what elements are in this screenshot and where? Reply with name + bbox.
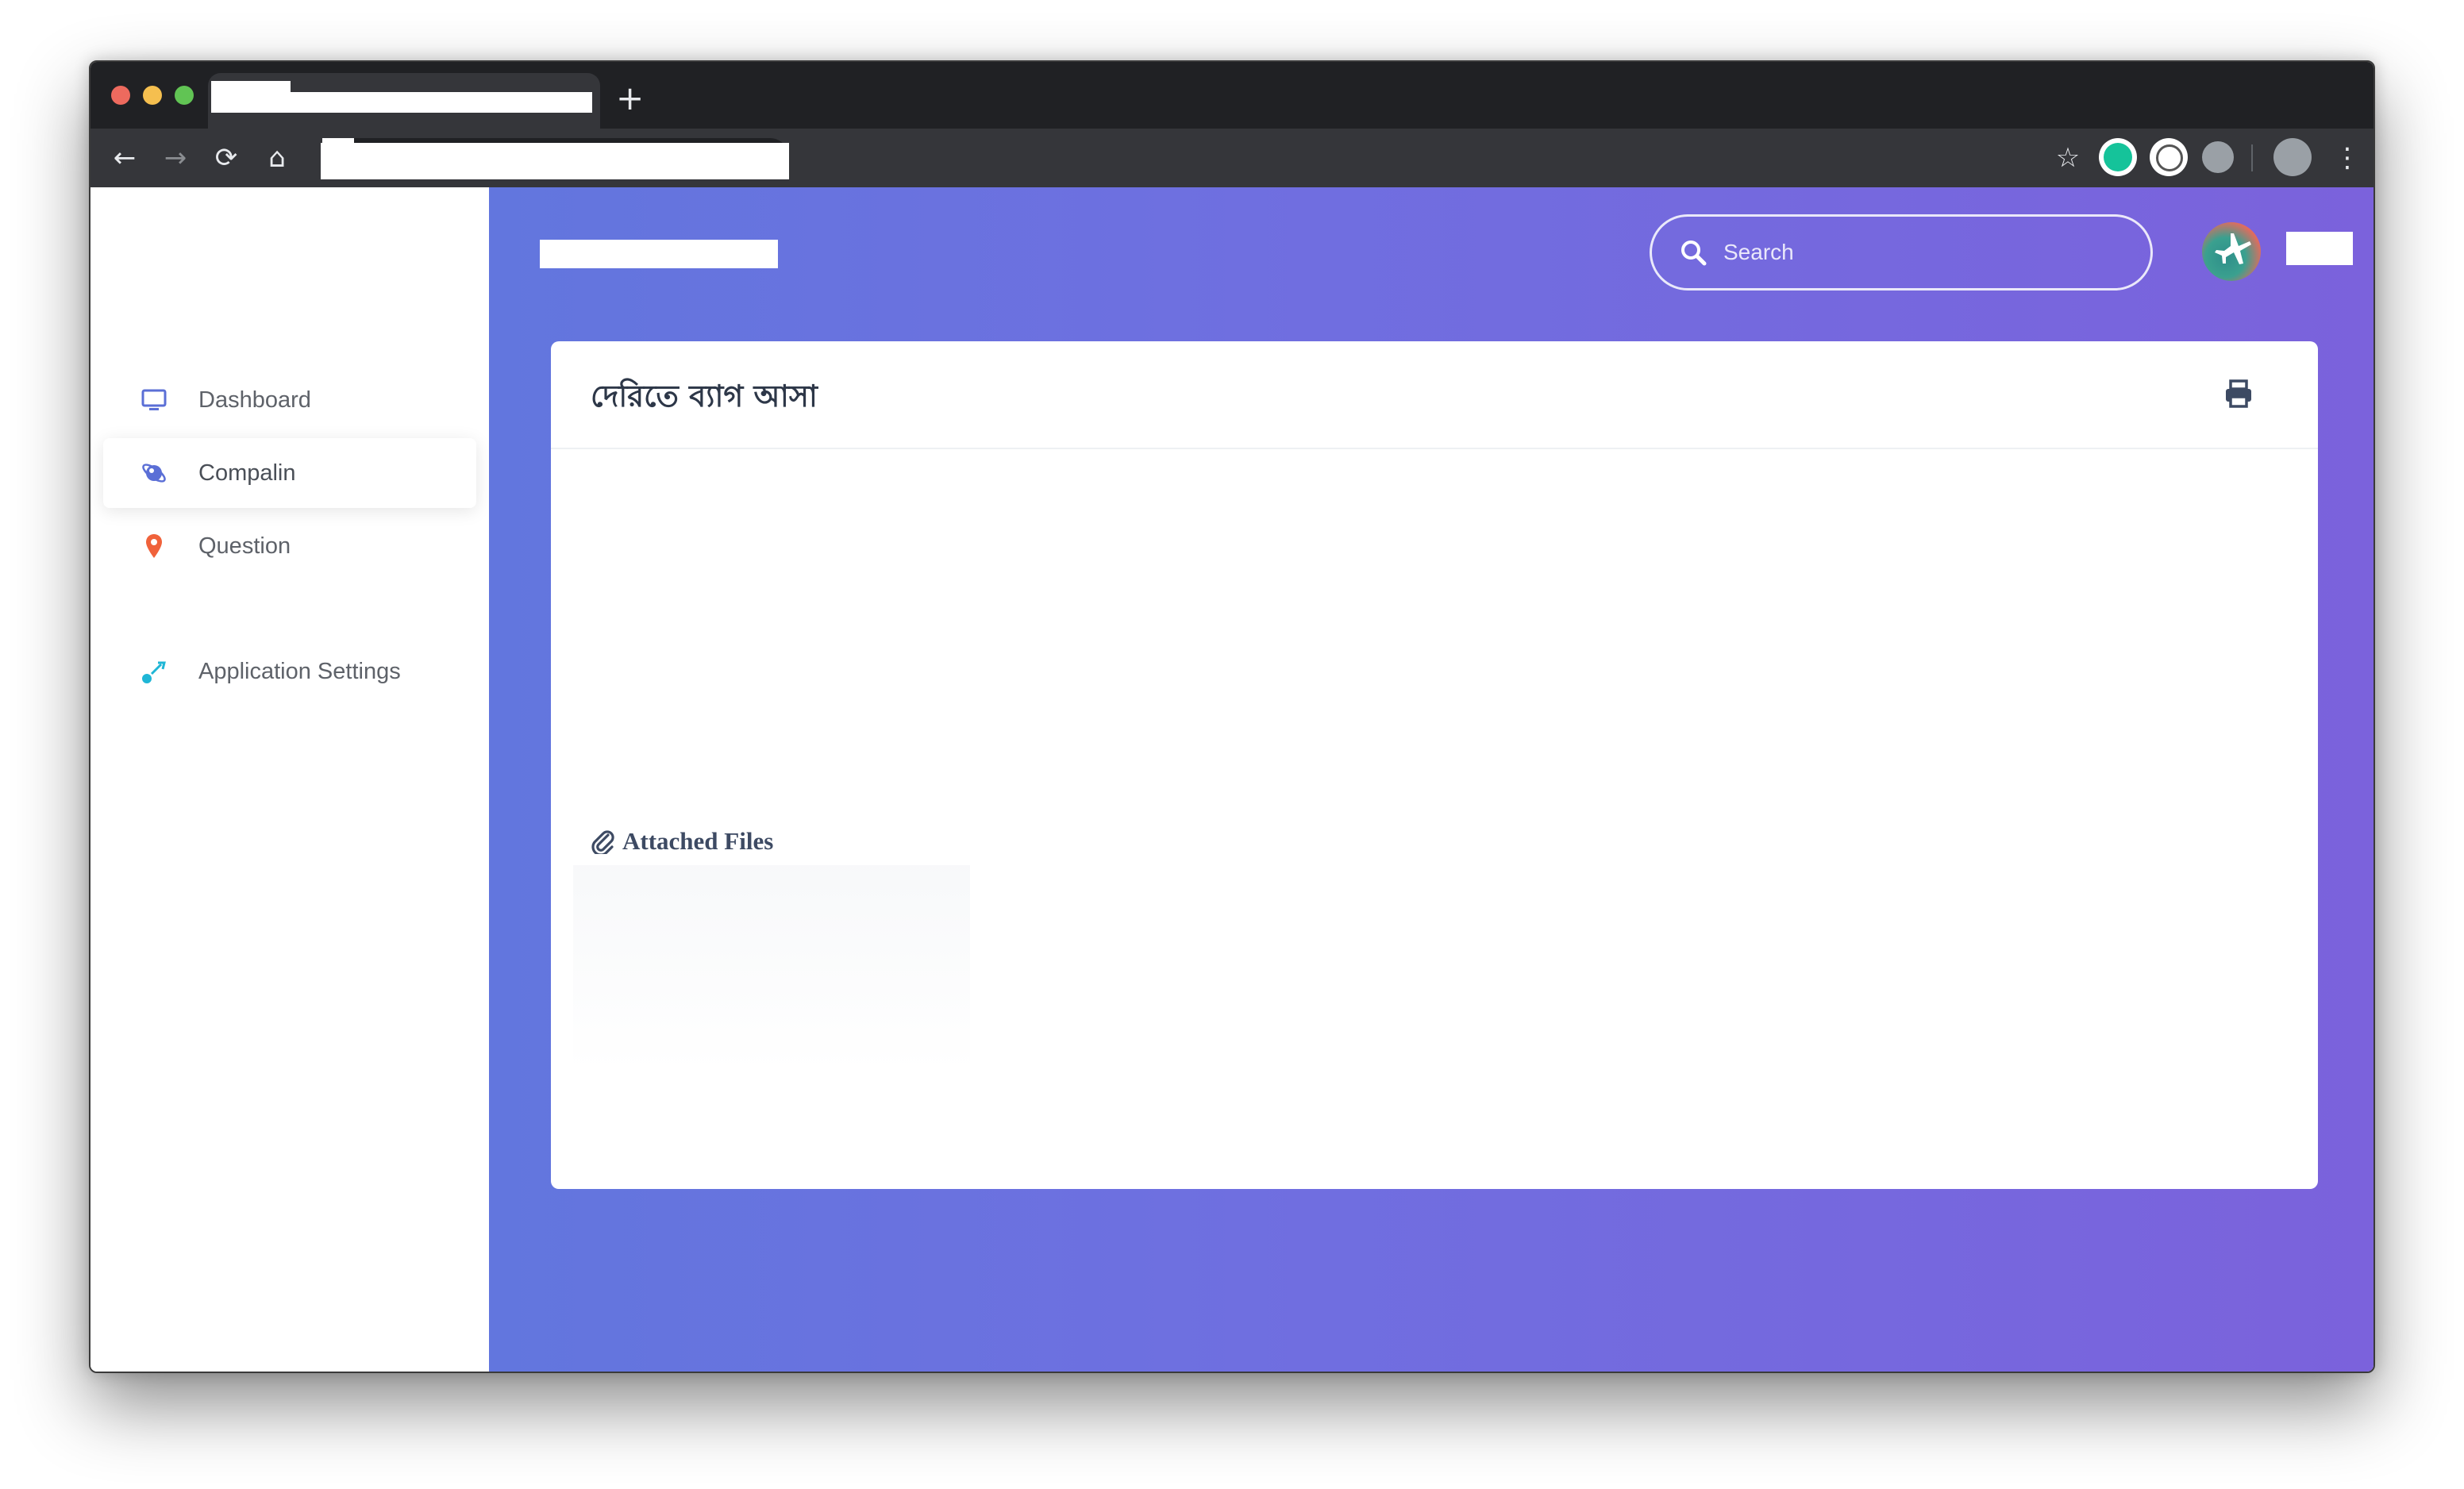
home-icon[interactable]: ⌂ [257, 138, 297, 178]
extension-icon[interactable] [2202, 141, 2234, 173]
bookmark-star-icon[interactable]: ☆ [2048, 138, 2088, 178]
avatar[interactable] [2202, 222, 2261, 281]
planet-icon [138, 457, 170, 489]
main-content: দেরিতে ব্যাগ আসা Attached Files [489, 187, 2374, 1372]
attached-files-heading: Attached Files [591, 827, 773, 856]
sidebar: Dashboard Compalin Question Application … [90, 187, 489, 1372]
redacted-tab-title [211, 92, 592, 113]
redacted-user-name[interactable] [2286, 232, 2353, 265]
map-pin-icon [138, 530, 170, 562]
sidebar-item-label: Application Settings [198, 658, 401, 684]
browser-menu-icon[interactable]: ⋮ [2327, 138, 2367, 178]
sidebar-item-question[interactable]: Question [103, 511, 476, 581]
satellite-dish-icon [138, 656, 170, 687]
reload-icon[interactable]: ⟳ [206, 138, 246, 178]
sidebar-item-application-settings[interactable]: Application Settings [103, 637, 476, 706]
airplane-icon [2215, 233, 2251, 264]
toolbar-divider [2251, 144, 2253, 171]
search-input[interactable] [1723, 240, 2120, 265]
paperclip-icon [591, 830, 614, 854]
minimize-window-button[interactable] [143, 86, 162, 105]
sidebar-item-label: Compalin [198, 460, 296, 486]
print-icon[interactable] [2223, 378, 2254, 410]
sidebar-item-compalin[interactable]: Compalin [103, 438, 476, 508]
page: Dashboard Compalin Question Application … [90, 187, 2374, 1372]
redacted-page-title [540, 240, 778, 268]
close-window-button[interactable] [111, 86, 130, 105]
attachments-list [573, 865, 970, 1072]
monitor-icon [138, 384, 170, 416]
browser-tab-bar: + [90, 62, 2374, 129]
browser-window: + ← → ⟳ ⌂ ☆ ⋮ Dashboard Compalin Questio… [89, 60, 2375, 1373]
extension-icon[interactable] [2150, 138, 2188, 176]
forward-arrow-icon[interactable]: → [156, 138, 195, 178]
search-icon [1681, 240, 1707, 266]
new-tab-button[interactable]: + [616, 79, 644, 117]
redacted-url [322, 138, 354, 157]
attached-files-label: Attached Files [622, 827, 774, 855]
browser-toolbar: ← → ⟳ ⌂ ☆ ⋮ [90, 129, 2374, 187]
profile-icon[interactable] [2273, 138, 2312, 176]
grammarly-extension-icon[interactable] [2099, 138, 2137, 176]
sidebar-item-label: Question [198, 533, 291, 559]
maximize-window-button[interactable] [175, 86, 194, 105]
search-box[interactable] [1650, 214, 2153, 290]
sidebar-item-label: Dashboard [198, 387, 311, 413]
card-header: দেরিতে ব্যাগ আসা [551, 341, 2318, 449]
sidebar-item-dashboard[interactable]: Dashboard [103, 365, 476, 435]
back-arrow-icon[interactable]: ← [105, 138, 144, 178]
page-title: দেরিতে ব্যাগ আসা [591, 379, 818, 414]
complaint-card: দেরিতে ব্যাগ আসা Attached Files [551, 341, 2318, 1189]
redacted-url [321, 143, 789, 179]
